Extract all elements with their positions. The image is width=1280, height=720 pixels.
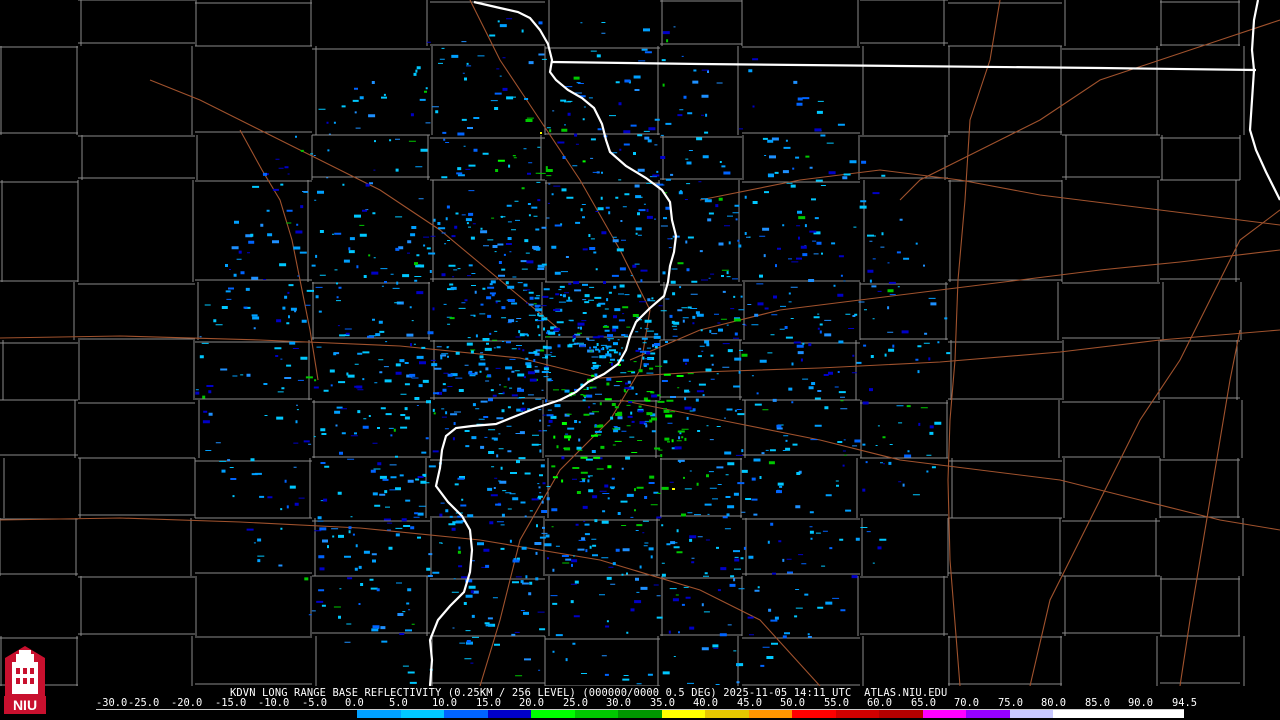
scale-label: 75.0 <box>998 697 1024 709</box>
color-bin <box>1009 710 1054 718</box>
color-bin <box>357 710 401 718</box>
color-bin <box>270 710 314 718</box>
color-bin <box>922 710 967 718</box>
scale-label: 25.0 <box>563 697 589 709</box>
color-bin <box>705 710 749 718</box>
scale-label: 30.0 <box>606 697 632 709</box>
color-bin <box>792 710 836 718</box>
color-bin <box>748 710 793 718</box>
scale-label: 50.0 <box>780 697 806 709</box>
scale-label: -5.0 <box>302 697 328 709</box>
scale-label: 0.0 <box>345 697 364 709</box>
color-bin <box>531 710 575 718</box>
radar-map-canvas <box>0 0 1280 686</box>
color-bin <box>96 710 140 718</box>
color-bin <box>313 710 358 718</box>
color-bin <box>661 710 706 718</box>
color-bin <box>1096 710 1141 718</box>
scale-label: 70.0 <box>954 697 980 709</box>
color-bin <box>487 710 532 718</box>
color-bin <box>574 710 619 718</box>
color-bin <box>618 710 662 718</box>
scale-label: 55.0 <box>824 697 850 709</box>
scale-label: 85.0 <box>1085 697 1111 709</box>
scale-label: -20.0 <box>171 697 203 709</box>
color-bin <box>966 710 1010 718</box>
color-bin <box>139 710 184 718</box>
color-bin <box>879 710 923 718</box>
color-scale-labels: -30.0 -25.0 -20.0 -15.0 -10.0 -5.0 0.0 5.0 10.0 1… <box>96 697 1198 709</box>
scale-label: 45.0 <box>737 697 763 709</box>
scale-label: 5.0 <box>389 697 408 709</box>
color-bin <box>835 710 880 718</box>
scale-label: 65.0 <box>911 697 937 709</box>
color-bin <box>400 710 445 718</box>
scale-label: 60.0 <box>867 697 893 709</box>
color-bin <box>444 710 488 718</box>
scale-label: -15.0 <box>215 697 247 709</box>
scale-label: 20.0 <box>519 697 545 709</box>
radar-map-view: NIU KDVN LONG RANGE BASE REFLECTIVITY (0… <box>0 0 1280 720</box>
scale-label: 35.0 <box>650 697 676 709</box>
scale-label: -10.0 <box>258 697 290 709</box>
scale-label: 80.0 <box>1041 697 1067 709</box>
scale-label: 40.0 <box>693 697 719 709</box>
color-bin <box>1140 710 1184 718</box>
color-bin <box>1053 710 1097 718</box>
product-footer: KDVN LONG RANGE BASE REFLECTIVITY (0.25K… <box>0 686 1280 720</box>
scale-label: 90.0 <box>1128 697 1154 709</box>
scale-label: -25.0 <box>128 697 160 709</box>
scale-label: 10.0 <box>432 697 458 709</box>
scale-label: -30.0 <box>96 697 128 709</box>
color-scale-bar <box>96 709 1184 718</box>
scale-label: 15.0 <box>476 697 502 709</box>
color-bin <box>226 710 271 718</box>
color-bin <box>183 710 227 718</box>
scale-label: 94.5 <box>1172 697 1198 709</box>
